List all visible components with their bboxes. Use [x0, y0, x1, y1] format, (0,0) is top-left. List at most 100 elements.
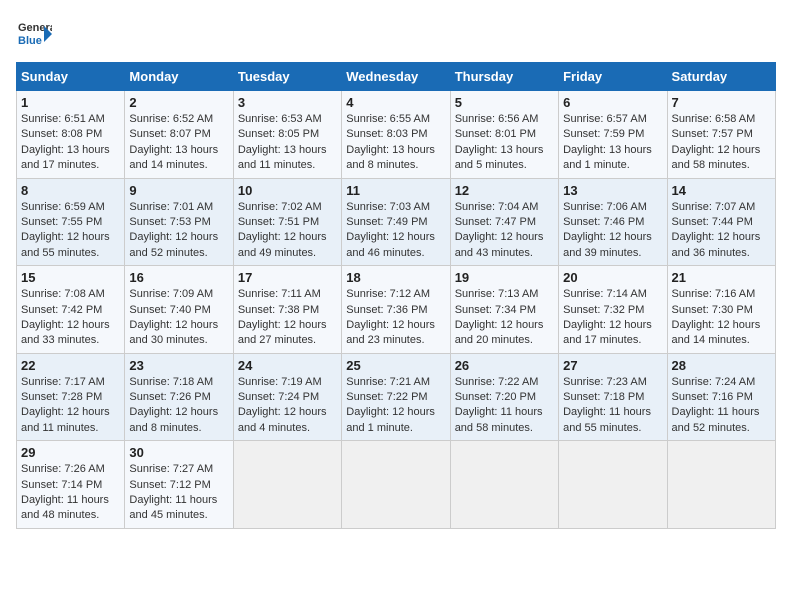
- column-header-saturday: Saturday: [667, 63, 775, 91]
- table-row: 9 Sunrise: 7:01 AMSunset: 7:53 PMDaylight…: [125, 178, 233, 266]
- calendar-table: SundayMondayTuesdayWednesdayThursdayFrid…: [16, 62, 776, 529]
- day-number: 23: [129, 358, 228, 373]
- logo-svg: General Blue: [16, 16, 52, 52]
- table-row: 11 Sunrise: 7:03 AMSunset: 7:49 PMDayligh…: [342, 178, 450, 266]
- day-info: Sunrise: 7:08 AMSunset: 7:42 PMDaylight:…: [21, 287, 120, 349]
- day-info: Sunrise: 7:09 AMSunset: 7:40 PMDaylight:…: [129, 287, 228, 349]
- day-number: 27: [563, 358, 662, 373]
- table-row: [233, 441, 341, 529]
- day-info: Sunrise: 7:03 AMSunset: 7:49 PMDaylight:…: [346, 200, 445, 262]
- day-number: 7: [672, 95, 771, 110]
- logo: General Blue: [16, 16, 52, 52]
- day-info: Sunrise: 7:16 AMSunset: 7:30 PMDaylight:…: [672, 287, 771, 349]
- table-row: 24 Sunrise: 7:19 AMSunset: 7:24 PMDayligh…: [233, 353, 341, 441]
- day-number: 16: [129, 270, 228, 285]
- table-row: 7 Sunrise: 6:58 AMSunset: 7:57 PMDaylight…: [667, 91, 775, 179]
- table-row: 12 Sunrise: 7:04 AMSunset: 7:47 PMDayligh…: [450, 178, 558, 266]
- table-row: 2 Sunrise: 6:52 AMSunset: 8:07 PMDaylight…: [125, 91, 233, 179]
- day-number: 4: [346, 95, 445, 110]
- table-row: 6 Sunrise: 6:57 AMSunset: 7:59 PMDaylight…: [559, 91, 667, 179]
- table-row: [342, 441, 450, 529]
- day-number: 20: [563, 270, 662, 285]
- day-info: Sunrise: 6:56 AMSunset: 8:01 PMDaylight:…: [455, 112, 554, 174]
- day-info: Sunrise: 7:04 AMSunset: 7:47 PMDaylight:…: [455, 200, 554, 262]
- day-info: Sunrise: 7:12 AMSunset: 7:36 PMDaylight:…: [346, 287, 445, 349]
- day-info: Sunrise: 6:52 AMSunset: 8:07 PMDaylight:…: [129, 112, 228, 174]
- page-header: General Blue: [16, 16, 776, 52]
- table-row: 23 Sunrise: 7:18 AMSunset: 7:26 PMDayligh…: [125, 353, 233, 441]
- day-info: Sunrise: 7:21 AMSunset: 7:22 PMDaylight:…: [346, 375, 445, 437]
- day-number: 22: [21, 358, 120, 373]
- day-number: 3: [238, 95, 337, 110]
- day-number: 14: [672, 183, 771, 198]
- day-info: Sunrise: 6:51 AMSunset: 8:08 PMDaylight:…: [21, 112, 120, 174]
- table-row: 5 Sunrise: 6:56 AMSunset: 8:01 PMDaylight…: [450, 91, 558, 179]
- day-info: Sunrise: 7:27 AMSunset: 7:12 PMDaylight:…: [129, 462, 228, 524]
- day-info: Sunrise: 7:07 AMSunset: 7:44 PMDaylight:…: [672, 200, 771, 262]
- table-row: 22 Sunrise: 7:17 AMSunset: 7:28 PMDayligh…: [17, 353, 125, 441]
- day-number: 11: [346, 183, 445, 198]
- day-info: Sunrise: 7:18 AMSunset: 7:26 PMDaylight:…: [129, 375, 228, 437]
- table-row: [559, 441, 667, 529]
- table-row: 13 Sunrise: 7:06 AMSunset: 7:46 PMDayligh…: [559, 178, 667, 266]
- table-row: 1 Sunrise: 6:51 AMSunset: 8:08 PMDaylight…: [17, 91, 125, 179]
- table-row: 3Sunrise: 6:53 AMSunset: 8:05 PMDaylight…: [233, 91, 341, 179]
- day-number: 18: [346, 270, 445, 285]
- day-number: 1: [21, 95, 120, 110]
- day-info: Sunrise: 7:24 AMSunset: 7:16 PMDaylight:…: [672, 375, 771, 437]
- day-number: 21: [672, 270, 771, 285]
- day-number: 6: [563, 95, 662, 110]
- day-info: Sunrise: 7:11 AMSunset: 7:38 PMDaylight:…: [238, 287, 337, 349]
- table-row: 21 Sunrise: 7:16 AMSunset: 7:30 PMDayligh…: [667, 266, 775, 354]
- day-number: 9: [129, 183, 228, 198]
- table-row: 30 Sunrise: 7:27 AMSunset: 7:12 PMDayligh…: [125, 441, 233, 529]
- table-row: 25 Sunrise: 7:21 AMSunset: 7:22 PMDayligh…: [342, 353, 450, 441]
- column-header-thursday: Thursday: [450, 63, 558, 91]
- day-number: 25: [346, 358, 445, 373]
- day-number: 29: [21, 445, 120, 460]
- table-row: 20 Sunrise: 7:14 AMSunset: 7:32 PMDayligh…: [559, 266, 667, 354]
- day-info: Sunrise: 7:17 AMSunset: 7:28 PMDaylight:…: [21, 375, 120, 437]
- column-header-monday: Monday: [125, 63, 233, 91]
- table-row: [450, 441, 558, 529]
- day-info: Sunrise: 6:55 AMSunset: 8:03 PMDaylight:…: [346, 112, 445, 174]
- column-header-wednesday: Wednesday: [342, 63, 450, 91]
- table-row: 15 Sunrise: 7:08 AMSunset: 7:42 PMDayligh…: [17, 266, 125, 354]
- table-row: 17 Sunrise: 7:11 AMSunset: 7:38 PMDayligh…: [233, 266, 341, 354]
- day-info: Sunrise: 7:22 AMSunset: 7:20 PMDaylight:…: [455, 375, 554, 437]
- table-row: 27 Sunrise: 7:23 AMSunset: 7:18 PMDayligh…: [559, 353, 667, 441]
- table-row: 26Sunrise: 7:22 AMSunset: 7:20 PMDayligh…: [450, 353, 558, 441]
- day-info: Sunrise: 6:57 AMSunset: 7:59 PMDaylight:…: [563, 112, 662, 174]
- day-info: Sunrise: 7:19 AMSunset: 7:24 PMDaylight:…: [238, 375, 337, 437]
- day-number: 15: [21, 270, 120, 285]
- table-row: 4 Sunrise: 6:55 AMSunset: 8:03 PMDaylight…: [342, 91, 450, 179]
- table-row: 14 Sunrise: 7:07 AMSunset: 7:44 PMDayligh…: [667, 178, 775, 266]
- day-info: Sunrise: 7:02 AMSunset: 7:51 PMDaylight:…: [238, 200, 337, 262]
- day-number: 2: [129, 95, 228, 110]
- day-info: Sunrise: 7:26 AMSunset: 7:14 PMDaylight:…: [21, 462, 120, 524]
- day-number: 19: [455, 270, 554, 285]
- table-row: 8Sunrise: 6:59 AMSunset: 7:55 PMDaylight…: [17, 178, 125, 266]
- day-info: Sunrise: 7:13 AMSunset: 7:34 PMDaylight:…: [455, 287, 554, 349]
- table-row: 28Sunrise: 7:24 AMSunset: 7:16 PMDayligh…: [667, 353, 775, 441]
- day-number: 5: [455, 95, 554, 110]
- day-info: Sunrise: 7:06 AMSunset: 7:46 PMDaylight:…: [563, 200, 662, 262]
- table-row: [667, 441, 775, 529]
- day-info: Sunrise: 6:59 AMSunset: 7:55 PMDaylight:…: [21, 200, 120, 262]
- day-number: 30: [129, 445, 228, 460]
- column-header-sunday: Sunday: [17, 63, 125, 91]
- day-info: Sunrise: 7:23 AMSunset: 7:18 PMDaylight:…: [563, 375, 662, 437]
- table-row: 18 Sunrise: 7:12 AMSunset: 7:36 PMDayligh…: [342, 266, 450, 354]
- day-number: 12: [455, 183, 554, 198]
- day-number: 13: [563, 183, 662, 198]
- day-info: Sunrise: 7:14 AMSunset: 7:32 PMDaylight:…: [563, 287, 662, 349]
- column-header-tuesday: Tuesday: [233, 63, 341, 91]
- column-header-friday: Friday: [559, 63, 667, 91]
- table-row: 19 Sunrise: 7:13 AMSunset: 7:34 PMDayligh…: [450, 266, 558, 354]
- table-row: 29 Sunrise: 7:26 AMSunset: 7:14 PMDayligh…: [17, 441, 125, 529]
- day-number: 10: [238, 183, 337, 198]
- day-number: 24: [238, 358, 337, 373]
- day-info: Sunrise: 6:58 AMSunset: 7:57 PMDaylight:…: [672, 112, 771, 174]
- day-number: 17: [238, 270, 337, 285]
- day-info: Sunrise: 7:01 AMSunset: 7:53 PMDaylight:…: [129, 200, 228, 262]
